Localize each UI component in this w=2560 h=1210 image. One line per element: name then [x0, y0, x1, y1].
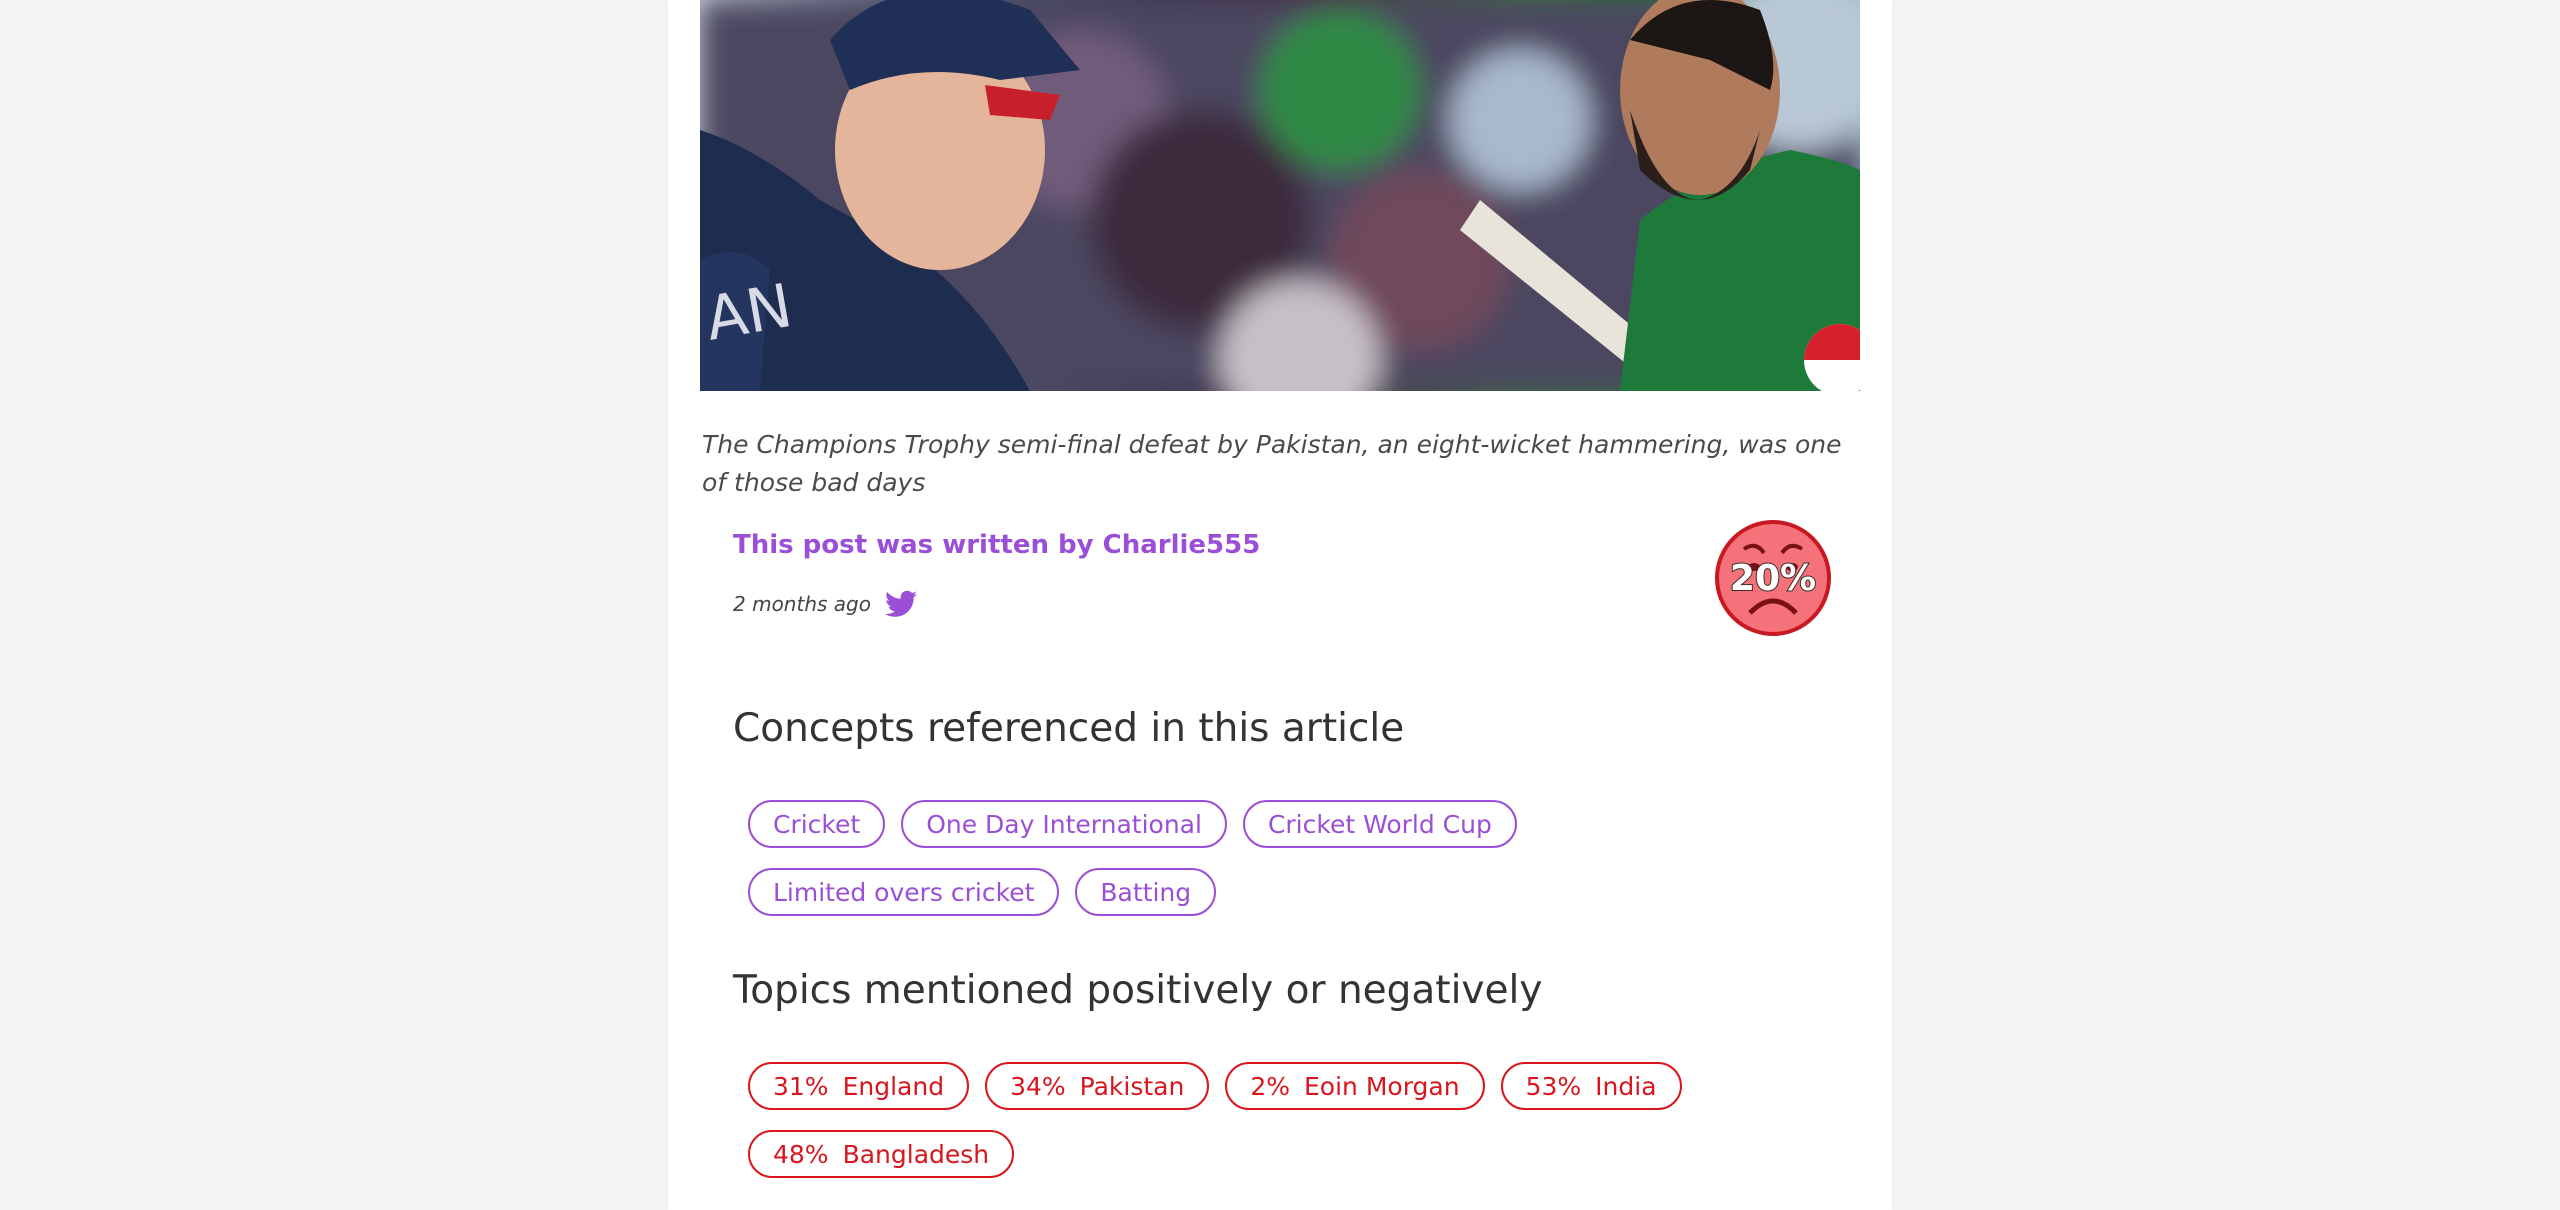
- concept-pill-limited-overs[interactable]: Limited overs cricket: [748, 868, 1060, 916]
- topic-percent: 2%: [1250, 1071, 1291, 1101]
- svg-text:AN: AN: [700, 271, 797, 355]
- post-timestamp: 2 months ago: [733, 592, 871, 616]
- image-caption: The Champions Trophy semi-final defeat b…: [702, 430, 1842, 497]
- concept-pill-world-cup[interactable]: Cricket World Cup: [1242, 800, 1517, 848]
- concept-pill-cricket[interactable]: Cricket: [748, 800, 886, 848]
- topic-pill-pakistan[interactable]: 34% Pakistan: [985, 1062, 1210, 1110]
- twitter-icon[interactable]: [884, 590, 917, 618]
- topic-row-2: 48% Bangladesh: [748, 1130, 1015, 1178]
- concept-pill-batting[interactable]: Batting: [1075, 868, 1217, 916]
- sentiment-score: 20%: [1729, 557, 1817, 600]
- concept-row-1: Cricket One Day International Cricket Wo…: [748, 800, 1517, 848]
- post-meta: 2 months ago: [733, 590, 917, 618]
- topic-label: Eoin Morgan: [1304, 1071, 1460, 1101]
- topics-heading: Topics mentioned positively or negativel…: [733, 968, 1543, 1013]
- concepts-heading: Concepts referenced in this article: [733, 706, 1405, 751]
- concept-pill-odi[interactable]: One Day International: [901, 800, 1227, 848]
- concept-row-2: Limited overs cricket Batting: [748, 868, 1217, 916]
- topic-pill-england[interactable]: 31% England: [748, 1062, 970, 1110]
- topic-row-1: 31% England 34% Pakistan 2% Eoin Morgan …: [748, 1062, 1682, 1110]
- author-byline-link[interactable]: This post was written by Charlie555: [733, 530, 1260, 560]
- article-hero-image: AN: [700, 0, 1860, 391]
- topic-label: Bangladesh: [842, 1139, 990, 1169]
- topic-pill-eoin-morgan[interactable]: 2% Eoin Morgan: [1225, 1062, 1485, 1110]
- topic-pill-bangladesh[interactable]: 48% Bangladesh: [748, 1130, 1015, 1178]
- topic-percent: 34%: [1010, 1071, 1066, 1101]
- topic-percent: 31%: [773, 1071, 829, 1101]
- topic-label: Pakistan: [1079, 1071, 1185, 1101]
- sentiment-score-badge: 20%: [1714, 519, 1832, 637]
- topic-label: England: [842, 1071, 945, 1101]
- topic-percent: 53%: [1525, 1071, 1582, 1101]
- topic-percent: 48%: [773, 1139, 829, 1169]
- article-card: AN The Champions Trophy semi-final defea…: [668, 0, 1892, 1210]
- topic-label: India: [1595, 1071, 1657, 1101]
- topic-pill-india[interactable]: 53% India: [1500, 1062, 1682, 1110]
